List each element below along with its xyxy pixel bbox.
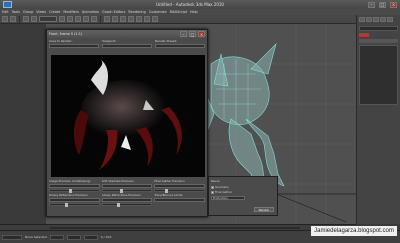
render-canvas [51,55,205,177]
app-logo-icon[interactable] [3,1,12,8]
final-gather-precision-label: Final Gather Precision [154,179,185,183]
undo-icon[interactable] [2,16,8,22]
object-color-swatch[interactable] [359,33,369,37]
maxscript-listener[interactable] [2,234,22,240]
trace-bounce-label: Trace/Bounce Limits [154,193,183,197]
toolbar-separator [19,15,20,23]
menu-item[interactable]: Views [36,10,46,14]
render-icon[interactable] [152,16,158,22]
snap-icon[interactable] [104,16,110,22]
render-controls: Image Precision (Antialiasing) Glossy Re… [49,179,205,216]
command-panel-tabs [357,15,400,24]
image-precision-slider[interactable] [49,189,100,193]
mirror-icon[interactable] [120,16,126,22]
menu-item[interactable]: Rendering [128,10,145,14]
rotate-icon[interactable] [83,16,89,22]
dialog-minimize-button[interactable]: – [180,31,187,37]
y-coordinate-field[interactable] [66,234,81,240]
dialog-title: Front, frame 0 (1:1) [49,32,83,36]
create-tab-icon[interactable] [359,17,365,22]
render-setup-icon[interactable] [144,16,150,22]
move-icon[interactable] [75,16,81,22]
menu-item[interactable]: Edit [2,10,9,14]
title-bar: Untitled - Autodesk 3ds Max 2010 – □ × [0,0,400,9]
render-preset-dropdown[interactable] [155,44,205,48]
viewport-label: Viewport: [102,39,117,43]
viewport-dropdown[interactable] [102,44,152,48]
soft-shadows-dropdown[interactable] [101,184,153,188]
modifier-stack[interactable] [359,45,398,105]
glossy-reflections-label: Glossy Reflections Precision [49,193,88,197]
material-editor-icon[interactable] [136,16,142,22]
selection-status: None Selected [25,235,47,239]
hierarchy-tab-icon[interactable] [373,17,379,22]
dialog-reuse-panel: Reuse Geometry Final Gather Production R… [208,176,278,216]
redo-icon[interactable] [10,16,16,22]
final-gather-label: Final Gather [215,190,232,194]
geometry-checkbox[interactable]: Geometry [211,185,275,189]
render-button[interactable]: Render [254,207,274,212]
menu-item[interactable]: Graph Editors [102,10,125,14]
rendered-frame-window: Front, frame 0 (1:1) – □ × Area to Rende… [46,29,208,217]
object-name-field[interactable] [359,26,398,31]
soft-shadows-label: Soft Shadows Precision [101,179,134,183]
glossy-refractions-label: Glossy Refractions Precision [101,193,141,197]
motion-tab-icon[interactable] [380,17,386,22]
area-to-render-label: Area to Render: [49,39,73,43]
maximize-button[interactable]: □ [379,1,386,8]
x-coordinate-field[interactable] [49,234,64,240]
toolbar-separator [100,15,101,23]
modify-tab-icon[interactable] [366,17,372,22]
select-link-icon[interactable] [23,16,29,22]
display-tab-icon[interactable] [387,17,393,22]
image-precision-label: Image Precision (Antialiasing) [49,179,91,183]
reuse-label: Reuse [211,179,220,183]
render-preset-label: Render Preset: [155,39,177,43]
glossy-refractions-dropdown[interactable] [101,198,153,202]
z-coordinate-field[interactable] [83,234,98,240]
frame-counter: 0 / 100 [100,235,112,239]
app-window: Untitled - Autodesk 3ds Max 2010 – □ × E… [0,0,400,243]
menu-item[interactable]: Animation [82,10,99,14]
menu-item[interactable]: Create [49,10,60,14]
blog-watermark: Jamiedelagarza.blogspot.com [311,226,397,236]
area-to-render-dropdown[interactable] [49,44,99,48]
menu-item[interactable]: Customize [149,10,167,14]
close-button[interactable]: × [390,1,397,8]
dialog-close-button[interactable]: × [198,31,205,37]
window-title: Untitled - Autodesk 3ds Max 2010 [156,2,224,7]
menu-item[interactable]: Modifiers [63,10,78,14]
dialog-title-bar: Front, frame 0 (1:1) – □ × [47,30,207,38]
menu-item[interactable]: MAXScript [170,10,187,14]
selection-filter-dropdown[interactable] [39,16,57,22]
final-gather-slider[interactable] [154,189,205,193]
angle-snap-icon[interactable] [112,16,118,22]
geometry-label: Geometry [215,185,229,189]
time-slider-track[interactable] [50,227,300,229]
soft-shadows-slider[interactable] [101,189,153,193]
dialog-maximize-button[interactable]: □ [189,31,196,37]
select-by-name-icon[interactable] [67,16,73,22]
dialog-toolbar: Area to Render: Viewport: Render Preset: [49,39,205,53]
command-panel [356,15,400,224]
select-object-icon[interactable] [59,16,65,22]
align-icon[interactable] [128,16,134,22]
scale-icon[interactable] [91,16,97,22]
glossy-reflections-dropdown[interactable] [49,198,100,202]
image-precision-dropdown[interactable] [49,184,100,188]
modifier-list-dropdown[interactable] [359,39,398,43]
render-output-image [51,55,205,177]
production-dropdown[interactable]: Production [211,196,245,200]
final-gather-precision-dropdown[interactable] [154,184,205,188]
menu-item[interactable]: Tools [12,10,20,14]
main-toolbar [0,15,400,24]
glossy-refractions-slider[interactable] [101,203,153,207]
menu-item[interactable]: Group [23,10,33,14]
minimize-button[interactable]: – [368,1,375,8]
glossy-reflections-slider[interactable] [49,203,100,207]
menu-item[interactable]: Help [190,10,198,14]
trace-bounce-dropdown[interactable] [154,198,205,202]
final-gather-checkbox[interactable]: Final Gather [211,190,275,194]
unlink-icon[interactable] [31,16,37,22]
